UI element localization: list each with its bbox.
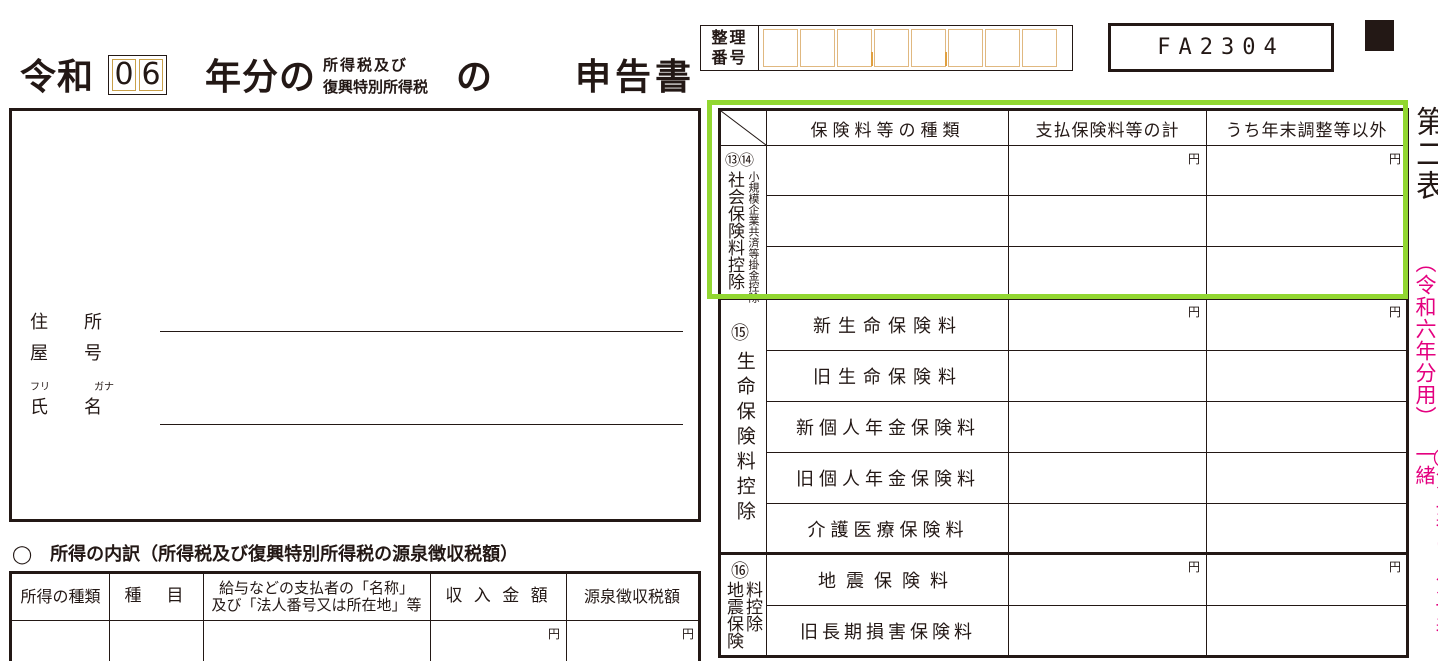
highlight-box — [707, 100, 1408, 299]
seiri-cell[interactable] — [874, 29, 909, 67]
seiri-cell[interactable] — [763, 29, 798, 67]
income-header-item: 種 目 — [124, 586, 188, 607]
seiri-bango-cells — [759, 26, 1061, 70]
seiri-cell[interactable] — [1022, 29, 1057, 67]
earthquake-paid-cell[interactable] — [1009, 555, 1206, 605]
life-item-new-life: 新生命保険料 — [813, 316, 963, 337]
life-circle-label: ⑮ — [731, 323, 749, 344]
yen-unit: 円 — [682, 627, 695, 641]
income-header-type: 所得の種類 — [20, 586, 101, 606]
earthquake-label-col2: 料控除 — [742, 581, 762, 632]
earthquake-item-earthquake: 地震保険料 — [818, 571, 958, 592]
income-header-payer: 給与などの支払者の「名称」 及び「法人番号又は所在地」等 — [211, 578, 422, 614]
row-divider — [12, 620, 698, 621]
earthquake-label-col1: 地震保険 — [723, 581, 743, 649]
seiri-cell[interactable] — [985, 29, 1020, 67]
title-nenbun: 年分の — [205, 57, 317, 98]
earthquake-non-year-end-cell[interactable] — [1207, 555, 1406, 605]
life-insurance-label: 生命保険料控除 — [733, 351, 756, 526]
name-field[interactable] — [160, 424, 683, 425]
side-note: ◯第二表は、第一表と一緒 — [1412, 444, 1438, 658]
seiri-bango-label: 整理 番号 — [701, 26, 759, 70]
life-non-year-end-cell[interactable] — [1207, 300, 1406, 350]
seiri-label-line2: 番号 — [711, 48, 748, 67]
registration-marker — [1365, 20, 1394, 51]
seiri-cell[interactable] — [800, 29, 835, 67]
seiri-cell[interactable] — [948, 29, 983, 67]
income-breakdown-table: 所得の種類 種 目 給与などの支払者の「名称」 及び「法人番号又は所在地」等 収… — [9, 571, 701, 661]
life-item-nursing-medical: 介護医療保険料 — [807, 520, 969, 541]
life-item-new-pension: 新個人年金保険料 — [796, 418, 980, 439]
address-name-box: 住 所 屋 号 フリ ガナ 氏 名 — [9, 108, 701, 522]
side-title: 第二表 — [1410, 106, 1438, 202]
earthquake-item-old-long-term: 旧長期損害保険料 — [800, 622, 976, 643]
earthquake-circle-label: ⑯ — [731, 561, 749, 582]
year-input-box[interactable]: 0 6 — [108, 55, 167, 95]
income-breakdown-heading: ◯ 所得の内訳（所得税及び復興特別所得税の源泉徴収税額） — [12, 544, 519, 565]
title-tax-line1: 所得税及び — [323, 56, 409, 74]
income-header-withholding: 源泉徴収税額 — [583, 586, 680, 606]
title-reiwa: 令和 — [20, 57, 95, 98]
furigana-label-1: フリ — [30, 382, 50, 393]
address-label: 住 所 — [30, 312, 102, 333]
side-subtitle: （令和六年分用） — [1413, 252, 1437, 428]
seiri-cell[interactable] — [837, 29, 873, 67]
title-shinkokusho: 申告書 — [575, 57, 696, 98]
life-item-old-life: 旧生命保険料 — [813, 367, 963, 388]
name-label: 氏 名 — [30, 397, 102, 418]
address-field[interactable] — [160, 331, 683, 332]
title-tax-line2: 復興特別所得税 — [323, 78, 429, 96]
life-paid-cell[interactable] — [1009, 300, 1206, 350]
year-digit-1[interactable]: 0 — [112, 59, 136, 91]
shop-name-label: 屋 号 — [30, 343, 102, 364]
seiri-label-line1: 整理 — [711, 28, 748, 47]
seiri-cell[interactable] — [911, 29, 947, 67]
income-header-amount: 収 入 金 額 — [445, 586, 551, 607]
furigana-label-2: ガナ — [94, 382, 114, 393]
seiri-bango-box: 整理 番号 — [700, 25, 1073, 71]
year-digit-2[interactable]: 6 — [139, 59, 163, 91]
form-code: FA2304 — [1108, 23, 1334, 72]
yen-unit: 円 — [548, 627, 561, 641]
title-no: の — [456, 57, 494, 98]
life-item-old-pension: 旧個人年金保険料 — [796, 469, 980, 490]
